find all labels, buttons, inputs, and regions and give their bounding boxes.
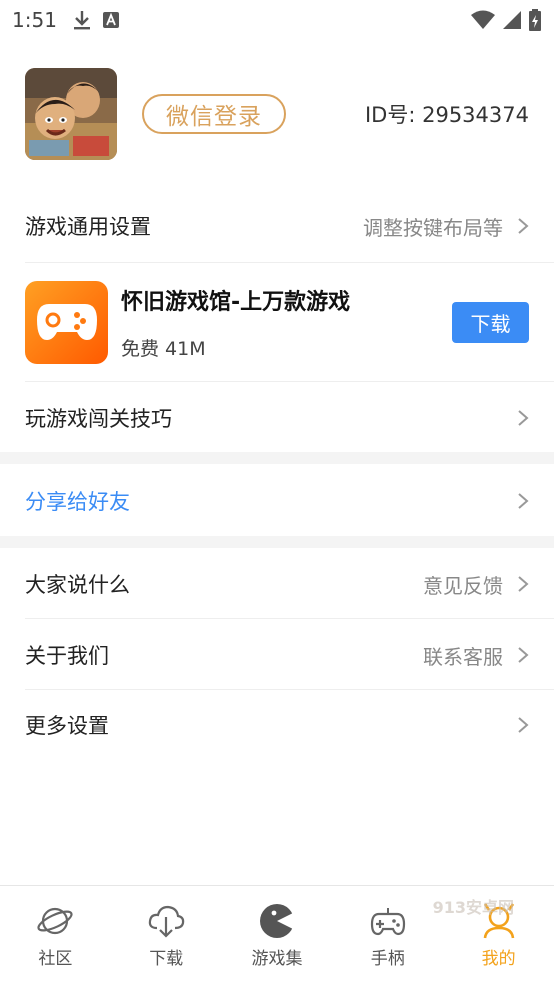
avatar-image: [25, 68, 117, 160]
divider: [25, 618, 554, 619]
watermark: 913安卓网: [432, 898, 514, 917]
app-notification-icon: [102, 12, 119, 28]
about-row[interactable]: 关于我们 联系客服: [25, 635, 529, 675]
chevron-right-icon: [518, 647, 529, 663]
profile-page: 1:51 微信登录 ID号: 29534374 游戏通用设置 调整按键布局等 怀…: [0, 0, 554, 984]
status-system-icons: [470, 9, 542, 31]
section-gap: [0, 536, 554, 548]
game-tips-row[interactable]: 玩游戏闯关技巧: [25, 398, 529, 438]
battery-icon: [529, 9, 541, 31]
game-settings-hint: 调整按键布局等: [363, 215, 503, 240]
chevron-right-icon: [518, 576, 529, 592]
planet-icon: [37, 907, 74, 935]
more-settings-label: 更多设置: [25, 714, 109, 738]
chevron-right-icon: [518, 410, 529, 426]
tab-gamepad[interactable]: 手柄: [332, 886, 443, 984]
status-time: 1:51: [12, 8, 57, 32]
tab-download[interactable]: 下载: [111, 886, 222, 984]
tab-mine-label: 我的: [481, 949, 516, 969]
game-settings-label: 游戏通用设置: [25, 215, 151, 239]
section-gap: [0, 452, 554, 464]
chevron-right-icon: [518, 717, 529, 733]
divider: [25, 262, 554, 263]
wifi-icon: [471, 10, 495, 29]
app-ad-subtitle: 免费 41M: [121, 337, 206, 360]
status-bar: 1:51: [0, 0, 554, 40]
cloud-download-icon: [148, 905, 185, 938]
avatar[interactable]: [25, 68, 117, 160]
app-ad-title: 怀旧游戏馆-上万款游戏: [121, 289, 351, 315]
tab-gamepad-label: 手柄: [370, 949, 405, 969]
gamepad-icon: [370, 908, 405, 936]
tab-community-label: 社区: [38, 949, 73, 969]
download-button[interactable]: 下载: [452, 301, 529, 343]
gamepad-app-icon: [25, 280, 108, 364]
app-ad-text: 怀旧游戏馆-上万款游戏 免费 41M: [121, 284, 452, 361]
divider: [25, 381, 554, 382]
game-tips-label: 玩游戏闯关技巧: [25, 407, 172, 431]
download-notification-icon: [73, 11, 90, 30]
share-row[interactable]: 分享给好友: [25, 481, 529, 521]
feedback-row[interactable]: 大家说什么 意见反馈: [25, 564, 529, 604]
tab-game-collection[interactable]: 游戏集: [222, 886, 333, 984]
about-hint: 联系客服: [423, 644, 503, 669]
feedback-label: 大家说什么: [25, 573, 130, 597]
tab-community[interactable]: 社区: [0, 886, 111, 984]
divider: [25, 689, 554, 690]
chevron-right-icon: [518, 493, 529, 509]
app-ad[interactable]: 怀旧游戏馆-上万款游戏 免费 41M 下载: [25, 280, 529, 364]
more-settings-row[interactable]: 更多设置: [25, 705, 529, 745]
feedback-hint: 意见反馈: [423, 573, 503, 598]
profile-header: 微信登录 ID号: 29534374: [25, 68, 529, 160]
about-label: 关于我们: [25, 644, 109, 668]
status-notifications: [73, 10, 119, 30]
pacman-icon: [259, 904, 295, 938]
game-settings-row[interactable]: 游戏通用设置 调整按键布局等: [25, 206, 529, 246]
chevron-right-icon: [518, 218, 529, 234]
wechat-login-button[interactable]: 微信登录: [142, 94, 286, 134]
tab-game-collection-label: 游戏集: [251, 949, 303, 969]
signal-icon: [503, 11, 521, 29]
share-label: 分享给好友: [25, 490, 130, 514]
user-id: ID号: 29534374: [364, 103, 529, 127]
tab-download-label: 下载: [149, 949, 184, 969]
